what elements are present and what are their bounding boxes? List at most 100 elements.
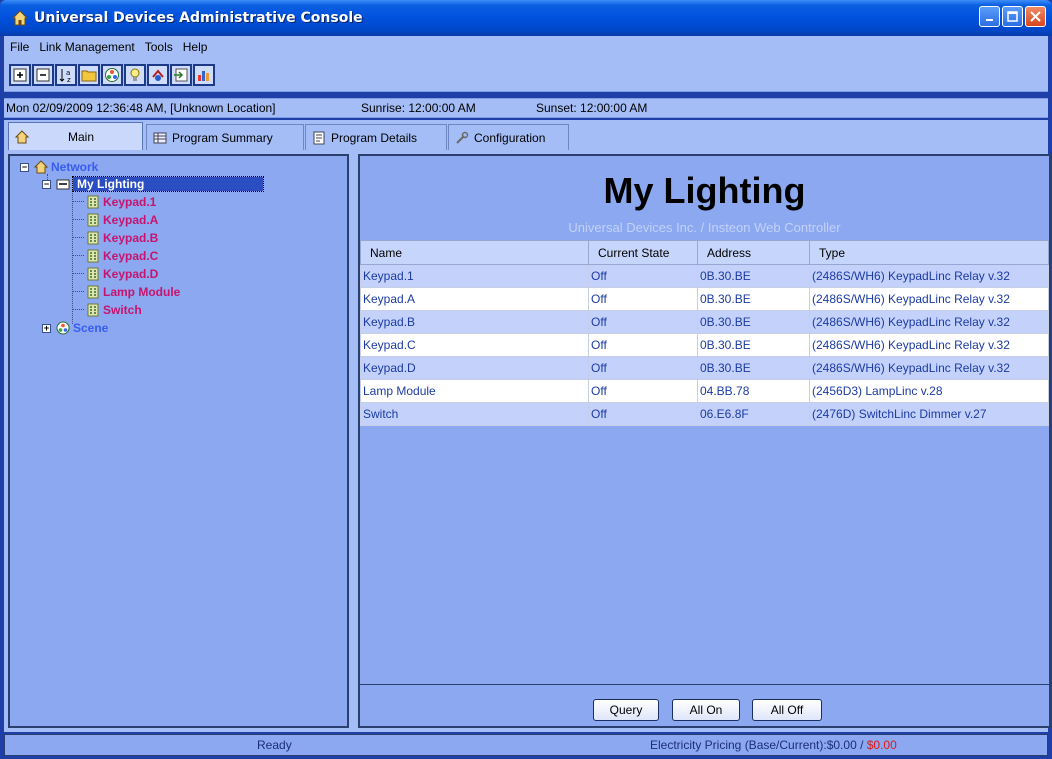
sunrise-time: Sunrise: 12:00:00 AM (361, 101, 476, 115)
all-off-button[interactable]: All Off (752, 699, 822, 721)
tree-label-device: Switch (103, 303, 142, 317)
table-row[interactable]: Keypad.B Off 0B.30.BE (2486S/WH6) Keypad… (360, 310, 1049, 334)
cell-type: (2486S/WH6) KeypadLinc Relay v.32 (809, 264, 1049, 288)
cell-name: Keypad.D (360, 356, 589, 380)
table-row[interactable]: Switch Off 06.E6.8F (2476D) SwitchLinc D… (360, 402, 1049, 426)
cell-state: Off (588, 356, 698, 380)
column-header-name[interactable]: Name (360, 240, 589, 265)
menu-link-management[interactable]: Link Management (39, 40, 134, 54)
details-panel: My Lighting Universal Devices Inc. / Ins… (358, 154, 1051, 728)
window-title: Universal Devices Administrative Console (34, 10, 363, 26)
tree-node-device[interactable]: Lamp Module (86, 284, 180, 300)
scene-button[interactable] (101, 63, 123, 86)
cell-name: Keypad.B (360, 310, 589, 334)
cell-name: Keypad.A (360, 287, 589, 311)
collapse-toggle-icon[interactable]: − (20, 162, 29, 172)
cell-type: (2486S/WH6) KeypadLinc Relay v.32 (809, 310, 1049, 334)
keypad-icon (87, 231, 99, 245)
tab-program-details[interactable]: Program Details (305, 124, 447, 150)
tree-node-scene[interactable]: + Scene (42, 320, 108, 336)
tree-node-device[interactable]: Keypad.C (86, 248, 158, 264)
column-header-current-state[interactable]: Current State (588, 240, 698, 265)
tree-node-network[interactable]: − Network (20, 159, 98, 175)
tree-label-device: Keypad.C (103, 249, 159, 263)
tab-program-summary[interactable]: Program Summary (146, 124, 304, 150)
group-icon (56, 179, 70, 190)
cell-state: Off (588, 333, 698, 357)
house-icon (34, 160, 48, 174)
open-folder-button[interactable] (78, 63, 100, 86)
expand-all-icon (13, 68, 27, 81)
close-button[interactable] (1025, 6, 1046, 27)
house-icon (15, 129, 29, 143)
maximize-button[interactable] (1002, 6, 1023, 27)
keypad-icon (87, 195, 99, 209)
cell-state: Off (588, 287, 698, 311)
chart-button[interactable] (193, 63, 215, 86)
cell-name: Lamp Module (360, 379, 589, 403)
pricing-label: Electricity Pricing (Base/Current):$0.00… (650, 738, 867, 752)
folder-icon (81, 70, 97, 81)
tab-bar: Main Program Summary Program Details Con… (4, 120, 1048, 152)
column-header-address[interactable]: Address (697, 240, 810, 265)
table-row[interactable]: Lamp Module Off 04.BB.78 (2456D3) LampLi… (360, 379, 1049, 403)
table-icon (153, 132, 167, 143)
menu-help[interactable]: Help (183, 40, 208, 54)
column-header-type[interactable]: Type (809, 240, 1049, 265)
import-icon (174, 68, 188, 81)
tree-node-device[interactable]: Keypad.B (86, 230, 158, 246)
import-button[interactable] (170, 63, 192, 86)
cell-type: (2486S/WH6) KeypadLinc Relay v.32 (809, 287, 1049, 311)
expand-all-button[interactable] (9, 63, 31, 86)
toolbar: az (4, 58, 1048, 92)
table-row[interactable]: Keypad.1 Off 0B.30.BE (2486S/WH6) Keypad… (360, 264, 1049, 288)
collapse-toggle-icon[interactable]: − (42, 179, 51, 189)
menu-bar: File Link Management Tools Help (4, 36, 1048, 58)
title-bar: Universal Devices Administrative Console (0, 0, 1052, 36)
minimize-icon (985, 18, 993, 21)
expand-toggle-icon[interactable]: + (42, 323, 51, 333)
cell-name: Switch (360, 402, 589, 426)
bulb-button[interactable] (124, 63, 146, 86)
cell-type: (2456D3) LampLinc v.28 (809, 379, 1049, 403)
table-header-row: Name Current State Address Type (360, 240, 1049, 265)
tree-node-device[interactable]: Switch (86, 302, 142, 318)
house-icon (12, 10, 28, 26)
status-text: Ready (257, 738, 292, 752)
tab-main[interactable]: Main (8, 122, 143, 150)
tree-node-my-lighting[interactable]: − My Lighting (42, 176, 264, 192)
cell-address: 0B.30.BE (697, 264, 810, 288)
table-row[interactable]: Keypad.A Off 0B.30.BE (2486S/WH6) Keypad… (360, 287, 1049, 311)
cell-address: 0B.30.BE (697, 287, 810, 311)
cell-state: Off (588, 379, 698, 403)
collapse-all-icon (36, 68, 50, 81)
cell-type: (2486S/WH6) KeypadLinc Relay v.32 (809, 356, 1049, 380)
date-time-location: Mon 02/09/2009 12:36:48 AM, [Unknown Loc… (6, 101, 276, 115)
tab-program-details-label: Program Details (331, 130, 418, 145)
menu-tools[interactable]: Tools (145, 40, 173, 54)
action-button-strip: Query All On All Off (360, 684, 1049, 726)
tree-node-device[interactable]: Keypad.D (86, 266, 158, 282)
sort-button[interactable]: az (55, 63, 77, 86)
tab-configuration-label: Configuration (474, 130, 546, 145)
all-on-button[interactable]: All On (672, 699, 740, 721)
close-icon (1030, 11, 1041, 22)
table-row[interactable]: Keypad.D Off 0B.30.BE (2486S/WH6) Keypad… (360, 356, 1049, 380)
tree-node-device[interactable]: Keypad.A (86, 212, 158, 228)
chart-icon (198, 70, 209, 81)
collapse-all-button[interactable] (32, 63, 54, 86)
cell-type: (2486S/WH6) KeypadLinc Relay v.32 (809, 333, 1049, 357)
menu-file[interactable]: File (10, 40, 29, 54)
tab-configuration[interactable]: Configuration (448, 124, 569, 150)
tree-label-device: Keypad.B (103, 231, 159, 245)
sort-az-icon: az (59, 68, 71, 83)
cell-address: 0B.30.BE (697, 333, 810, 357)
tree-label-device: Keypad.1 (103, 195, 157, 209)
table-row[interactable]: Keypad.C Off 0B.30.BE (2486S/WH6) Keypad… (360, 333, 1049, 357)
svg-text:z: z (67, 76, 71, 83)
link-icon (152, 68, 164, 81)
link-button[interactable] (147, 63, 169, 86)
minimize-button[interactable] (979, 6, 1000, 27)
tree-node-device[interactable]: Keypad.1 (86, 194, 156, 210)
query-button[interactable]: Query (593, 699, 659, 721)
